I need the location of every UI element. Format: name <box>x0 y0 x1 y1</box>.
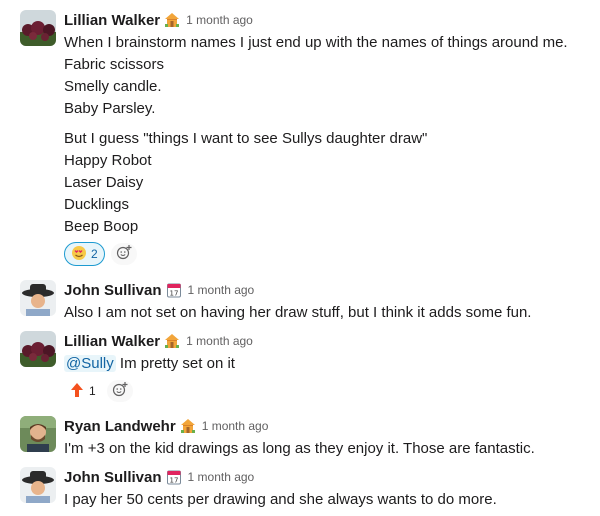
message-line: But I guess "things I want to see Sullys… <box>64 130 428 147</box>
house-emoji-icon <box>164 333 180 349</box>
message-line: Ducklings <box>64 196 130 213</box>
author-name[interactable]: Ryan Landwehr <box>64 418 176 435</box>
message-line: Baby Parsley. <box>64 100 156 117</box>
arrow-up-emoji-icon <box>69 382 85 401</box>
calendar-emoji-icon: 17 <box>166 469 182 485</box>
timestamp[interactable]: 1 month ago <box>188 470 255 484</box>
add-reaction-button[interactable] <box>106 380 133 402</box>
svg-text:17: 17 <box>169 477 178 485</box>
timestamp[interactable]: 1 month ago <box>186 13 253 27</box>
message-line: When I brainstorm names I just end up wi… <box>64 34 568 51</box>
timestamp[interactable]: 1 month ago <box>202 419 269 433</box>
svg-text:17: 17 <box>169 290 178 298</box>
message-line: Fabric scissors <box>64 56 165 73</box>
user-mention[interactable]: @Sully <box>64 355 116 372</box>
message-line: Laser Daisy <box>64 174 144 191</box>
author-name[interactable]: John Sullivan <box>64 282 162 299</box>
message-line: Smelly candle. <box>64 78 162 95</box>
message-line: I pay her 50 cents per drawing and she a… <box>64 491 497 508</box>
avatar-lillian[interactable] <box>20 10 56 46</box>
add-emoji-icon <box>116 244 132 265</box>
message-line: I'm +3 on the kid drawings as long as th… <box>64 440 535 457</box>
timestamp[interactable]: 1 month ago <box>188 283 255 297</box>
timestamp[interactable]: 1 month ago <box>186 334 253 348</box>
reaction-count: 1 <box>89 384 96 398</box>
reactions-bar: 1 <box>64 379 588 403</box>
author-name[interactable]: Lillian Walker <box>64 333 160 350</box>
message-line: @Sully Im pretty set on it <box>64 353 588 375</box>
message-line: Also I am not set on having her draw stu… <box>64 304 532 321</box>
avatar-john[interactable] <box>20 467 56 503</box>
add-emoji-icon <box>112 381 128 402</box>
reaction-arrow-up[interactable]: 1 <box>64 379 101 403</box>
avatar-ryan[interactable] <box>20 416 56 452</box>
calendar-emoji-icon: 17 <box>166 282 182 298</box>
author-name[interactable]: Lillian Walker <box>64 12 160 29</box>
avatar-lillian[interactable] <box>20 331 56 367</box>
heart-eyes-emoji-icon <box>71 245 87 264</box>
author-name[interactable]: John Sullivan <box>64 469 162 486</box>
avatar-john[interactable] <box>20 280 56 316</box>
message-line: Happy Robot <box>64 152 152 169</box>
house-emoji-icon <box>164 12 180 28</box>
reaction-count: 2 <box>91 247 98 261</box>
reactions-bar: 2 <box>64 242 588 266</box>
reaction-heart-eyes[interactable]: 2 <box>64 242 105 266</box>
add-reaction-button[interactable] <box>110 243 137 265</box>
house-emoji-icon <box>180 418 196 434</box>
message-text: Im pretty set on it <box>115 355 235 372</box>
message-line: Beep Boop <box>64 218 139 235</box>
